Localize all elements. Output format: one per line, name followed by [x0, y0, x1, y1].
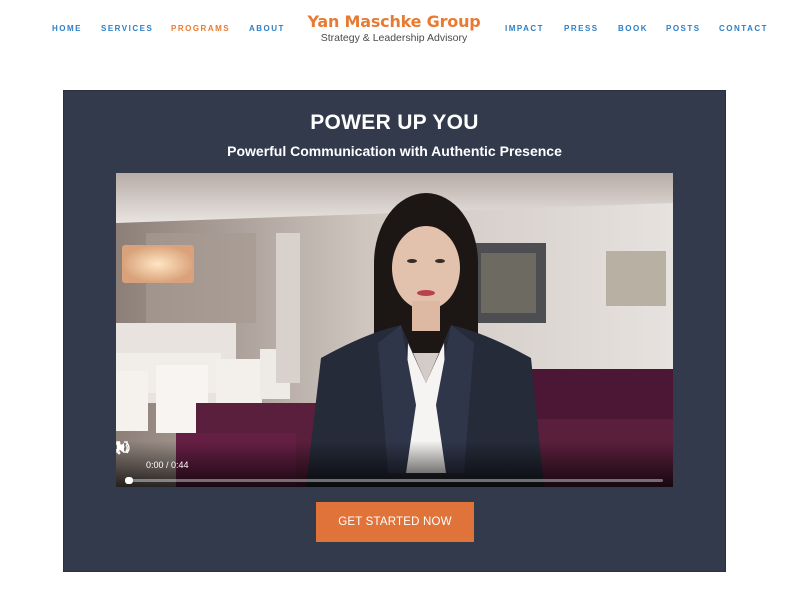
- nav-posts[interactable]: POSTS: [666, 24, 701, 33]
- logo-subtitle: Strategy & Leadership Advisory: [320, 32, 468, 44]
- nav-press[interactable]: PRESS: [564, 24, 599, 33]
- hero-subtitle: Powerful Communication with Authentic Pr…: [227, 143, 562, 159]
- site-header: HOME SERVICES PROGRAMS ABOUT Yan Maschke…: [0, 0, 800, 60]
- video-time: 0:00 / 0:44: [146, 460, 189, 470]
- video-progress-bar[interactable]: [125, 477, 663, 484]
- video-player[interactable]: 0:00 / 0:44: [116, 173, 673, 487]
- nav-home[interactable]: HOME: [52, 24, 82, 33]
- nav-contact[interactable]: CONTACT: [719, 24, 768, 33]
- hero-title: POWER UP YOU: [310, 111, 479, 134]
- more-options-icon[interactable]: [116, 441, 122, 455]
- nav-services[interactable]: SERVICES: [101, 24, 153, 33]
- nav-programs[interactable]: PROGRAMS: [171, 24, 230, 33]
- get-started-button[interactable]: GET STARTED NOW: [316, 502, 474, 542]
- site-logo[interactable]: Yan Maschke Group Strategy & Leadership …: [300, 12, 488, 44]
- nav-impact[interactable]: IMPACT: [505, 24, 544, 33]
- logo-title: Yan Maschke Group: [307, 12, 481, 31]
- hero-section: POWER UP YOU Powerful Communication with…: [63, 90, 726, 572]
- nav-about[interactable]: ABOUT: [249, 24, 285, 33]
- video-progress-thumb[interactable]: [125, 477, 133, 484]
- nav-book[interactable]: BOOK: [618, 24, 648, 33]
- video-frame-image: [116, 173, 673, 487]
- video-controls: 0:00 / 0:44: [116, 441, 673, 487]
